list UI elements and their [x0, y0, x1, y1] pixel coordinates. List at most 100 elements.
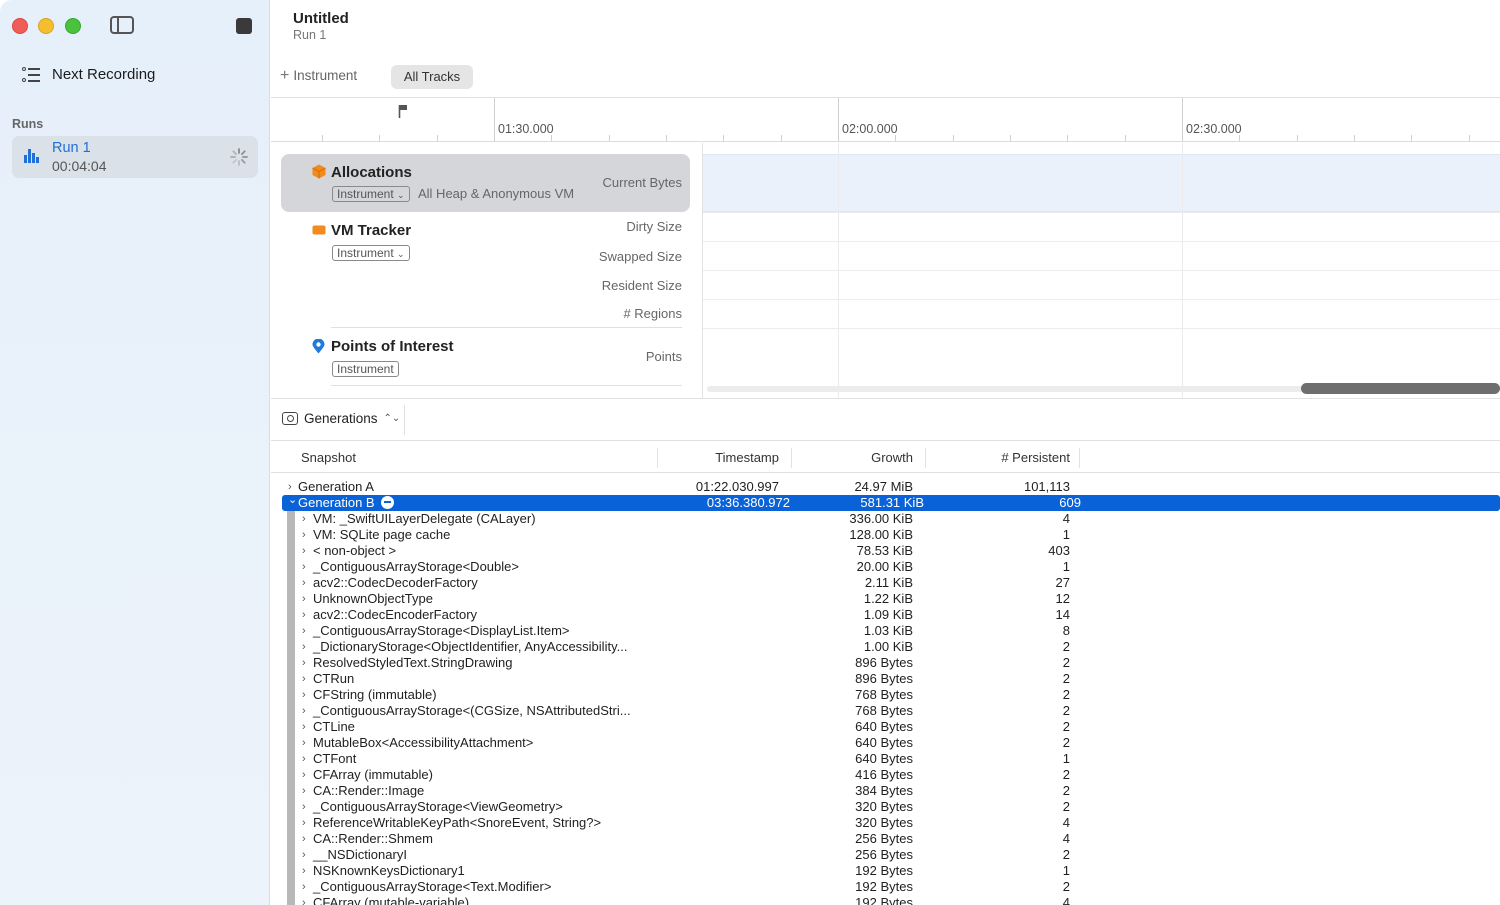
focus-arrow-icon[interactable]	[380, 496, 394, 509]
table-row[interactable]: › CTFont 640 Bytes 1	[271, 751, 1500, 767]
cell-timestamp: 03:36.380.972	[706, 495, 790, 510]
cell-growth: 1.09 KiB	[863, 607, 913, 622]
chevron-right-icon[interactable]: ›	[302, 527, 306, 543]
chevron-down-icon[interactable]: ⌄	[288, 492, 297, 508]
table-row[interactable]: › NSKnownKeysDictionary1 192 Bytes 1	[271, 863, 1500, 879]
chevron-right-icon[interactable]: ›	[302, 607, 306, 623]
next-recording-item[interactable]: Next Recording	[22, 66, 155, 83]
minimize-window-button[interactable]	[38, 18, 54, 34]
chevron-right-icon[interactable]: ›	[302, 511, 306, 527]
table-row[interactable]: › CTLine 640 Bytes 2	[271, 719, 1500, 735]
chevron-right-icon[interactable]: ›	[302, 895, 306, 905]
sidebar-toggle-icon[interactable]	[110, 16, 134, 34]
row-name: < non-object >	[313, 543, 397, 558]
track-name-vm-tracker[interactable]: VM Tracker	[331, 222, 411, 239]
allocations-graph[interactable]	[703, 154, 1500, 212]
table-row[interactable]: › CA::Render::Image 384 Bytes 2	[271, 783, 1500, 799]
maximize-window-button[interactable]	[65, 18, 81, 34]
table-row[interactable]: › CA::Render::Shmem 256 Bytes 4	[271, 831, 1500, 847]
chevron-right-icon[interactable]: ›	[302, 687, 306, 703]
row-name: Generation B	[298, 495, 375, 510]
hierarchy-guide	[287, 639, 295, 655]
table-row[interactable]: › _ContiguousArrayStorage<Text.Modifier> 1…	[271, 879, 1500, 895]
horizontal-scrollbar-thumb[interactable]	[1301, 383, 1500, 394]
chevron-right-icon[interactable]: ›	[302, 575, 306, 591]
chevron-right-icon[interactable]: ›	[302, 543, 306, 559]
chevron-right-icon[interactable]: ›	[302, 863, 306, 879]
table-row[interactable]: › VM: SQLite page cache 128.00 KiB 1	[271, 527, 1500, 543]
instrument-dropdown[interactable]: Instrument ⌄	[332, 186, 410, 202]
sidebar-item-run-1[interactable]: Run 1 00:04:04	[12, 136, 258, 178]
column-growth[interactable]: Growth	[871, 450, 913, 465]
toolbar-divider	[404, 405, 405, 435]
table-row[interactable]: › acv2::CodecDecoderFactory 2.11 KiB 27	[271, 575, 1500, 591]
table-row[interactable]: › _ContiguousArrayStorage<DisplayList.Ite…	[271, 623, 1500, 639]
chevron-right-icon[interactable]: ›	[302, 623, 306, 639]
chevron-right-icon[interactable]: ›	[302, 879, 306, 895]
tracks-divider[interactable]	[702, 143, 703, 398]
table-row[interactable]: › UnknownObjectType 1.22 KiB 12	[271, 591, 1500, 607]
chevron-right-icon[interactable]: ›	[302, 559, 306, 575]
chevron-right-icon[interactable]: ›	[302, 767, 306, 783]
detail-toolbar: Generations ⌃⌄	[271, 399, 1500, 441]
cell-growth: 320 Bytes	[855, 799, 913, 814]
cell-snapshot: < non-object >	[313, 543, 396, 559]
instrument-dropdown[interactable]: Instrument ⌄	[332, 245, 410, 261]
cell-growth: 192 Bytes	[855, 895, 913, 905]
table-row[interactable]: › _ContiguousArrayStorage<(CGSize, NSAttr…	[271, 703, 1500, 719]
chevron-right-icon[interactable]: ›	[302, 703, 306, 719]
table-row[interactable]: › CFString (immutable) 768 Bytes 2	[271, 687, 1500, 703]
row-name: VM: SQLite page cache	[313, 527, 451, 542]
chevron-right-icon[interactable]: ›	[302, 719, 306, 735]
column-separator[interactable]	[925, 448, 926, 468]
chevron-right-icon[interactable]: ›	[302, 671, 306, 687]
stop-recording-button[interactable]	[236, 18, 252, 34]
chevron-right-icon[interactable]: ›	[302, 847, 306, 863]
generation-row[interactable]: › Generation A 01:22.030.997 24.97 MiB 101,1…	[271, 479, 1500, 495]
flag-icon[interactable]	[398, 104, 408, 118]
table-row[interactable]: › CFArray (mutable-variable) 192 Bytes 4	[271, 895, 1500, 905]
column-snapshot[interactable]: Snapshot	[301, 450, 356, 465]
table-row[interactable]: › _ContiguousArrayStorage<Double> 20.00 Ki…	[271, 559, 1500, 575]
chevron-right-icon[interactable]: ›	[302, 655, 306, 671]
table-row[interactable]: › CFArray (immutable) 416 Bytes 2	[271, 767, 1500, 783]
cell-snapshot: MutableBox<AccessibilityAttachment>	[313, 735, 533, 751]
table-row[interactable]: › __NSDictionaryI 256 Bytes 2	[271, 847, 1500, 863]
column-separator[interactable]	[791, 448, 792, 468]
chevron-right-icon[interactable]: ›	[302, 783, 306, 799]
column-separator[interactable]	[1079, 448, 1080, 468]
pin-icon	[312, 339, 325, 354]
chevron-right-icon[interactable]: ›	[302, 735, 306, 751]
table-row[interactable]: › ReferenceWritableKeyPath<SnoreEvent, St…	[271, 815, 1500, 831]
table-row[interactable]: › ResolvedStyledText.StringDrawing 896 Byt…	[271, 655, 1500, 671]
table-row[interactable]: › _DictionaryStorage<ObjectIdentifier, An…	[271, 639, 1500, 655]
chevron-right-icon[interactable]: ›	[302, 799, 306, 815]
column-timestamp[interactable]: Timestamp	[715, 450, 779, 465]
table-row[interactable]: › MutableBox<AccessibilityAttachment> 640 …	[271, 735, 1500, 751]
track-name-points-of-interest[interactable]: Points of Interest	[331, 338, 454, 355]
generation-row[interactable]: ⌄ Generation B 03:36.380.972 581.31 KiB 609	[282, 492, 1500, 511]
add-instrument-button[interactable]: + Instrument	[280, 67, 357, 83]
cell-persistent: 2	[1062, 671, 1070, 686]
chevron-right-icon[interactable]: ›	[302, 751, 306, 767]
all-tracks-button[interactable]: All Tracks	[391, 65, 473, 89]
chevron-right-icon[interactable]: ›	[302, 591, 306, 607]
table-row[interactable]: › < non-object > 78.53 KiB 403	[271, 543, 1500, 559]
column-separator[interactable]	[657, 448, 658, 468]
timeline-ruler[interactable]: 01:30.000 02:00.000 02:30.000	[271, 98, 1500, 142]
table-row[interactable]: › acv2::CodecEncoderFactory 1.09 KiB 14	[271, 607, 1500, 623]
hierarchy-guide	[287, 879, 295, 895]
table-row[interactable]: › _ContiguousArrayStorage<ViewGeometry> 32…	[271, 799, 1500, 815]
chevron-updown-icon: ⌃⌄	[383, 413, 401, 424]
chevron-right-icon[interactable]: ›	[302, 815, 306, 831]
instrument-dropdown[interactable]: Instrument	[332, 361, 399, 377]
row-name: CA::Render::Image	[313, 783, 425, 798]
table-row[interactable]: › CTRun 896 Bytes 2	[271, 671, 1500, 687]
cell-snapshot: _ContiguousArrayStorage<ViewGeometry>	[313, 799, 563, 815]
table-row[interactable]: › VM: _SwiftUILayerDelegate (CALayer) 336.…	[271, 511, 1500, 527]
chevron-right-icon[interactable]: ›	[302, 639, 306, 655]
close-window-button[interactable]	[12, 18, 28, 34]
column-persistent[interactable]: # Persistent	[1001, 450, 1070, 465]
chevron-right-icon[interactable]: ›	[302, 831, 306, 847]
detail-mode-selector[interactable]: Generations ⌃⌄	[282, 411, 400, 426]
